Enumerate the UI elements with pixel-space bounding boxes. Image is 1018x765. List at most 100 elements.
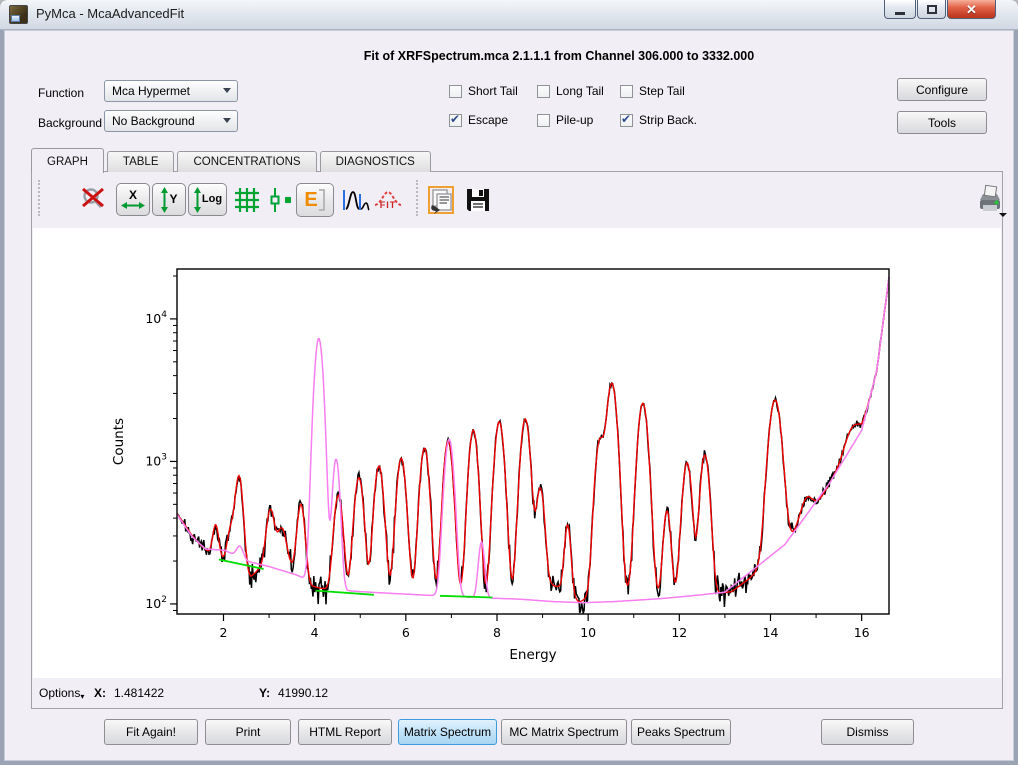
maximize-icon [927,5,937,14]
graph-area[interactable]: 2 4 6 8 10 12 14 16 102 103 104 Energy Counts [33,228,1001,678]
svg-text:103: 103 [145,452,167,468]
y-autoscale-button[interactable]: Y [152,183,186,216]
grid-icon[interactable] [233,186,261,214]
energy-axis-label: E [304,190,317,210]
y-autoscale-label: Y [169,194,177,205]
checkbox-strip-back[interactable]: Strip Back. [620,113,697,127]
checkbox-short-tail[interactable]: Short Tail [449,84,518,98]
app-icon [9,5,28,24]
chevron-down-icon [223,88,231,93]
titlebar[interactable]: PyMca - McaAdvancedFit ✕ [0,0,1018,30]
minimize-button[interactable] [884,0,916,19]
print-button[interactable]: Print [205,719,291,745]
checkbox-long-tail[interactable]: Long Tail [537,84,604,98]
status-bar: Options▾ X: 1.481422 Y: 41990.12 [32,680,1002,704]
svg-text:10: 10 [580,625,596,640]
checkbox-box[interactable] [537,114,550,127]
background-value: No Background [112,114,195,128]
checkbox-box[interactable] [449,114,462,127]
checkbox-box[interactable] [620,114,633,127]
markers-icon[interactable] [268,186,294,214]
x-autoscale-label: X [129,190,137,201]
toolbar-handle[interactable] [38,180,42,216]
html-report-button[interactable]: HTML Report [298,719,392,745]
svg-text:Counts: Counts [111,418,127,465]
svg-text:12: 12 [671,625,687,640]
svg-text:8: 8 [493,625,501,640]
maximize-button[interactable] [917,0,946,19]
tab-concentrations[interactable]: CONCENTRATIONS [177,151,316,172]
checkbox-label: Long Tail [556,84,604,98]
svg-text:4: 4 [311,625,319,640]
background-label: Background [38,116,102,130]
options-menu[interactable]: Options▾ [39,686,84,700]
fit-header-title: Fit of XRFSpectrum.mca 2.1.1.1 from Chan… [5,49,1013,63]
peaks-icon[interactable] [340,188,370,212]
close-icon: ✕ [966,1,977,18]
checkbox-step-tail[interactable]: Step Tail [620,84,685,98]
bracket-icon [318,188,326,212]
svg-text:102: 102 [145,595,167,611]
svg-text:2: 2 [220,625,228,640]
plot-toolbar: X Y [32,172,1002,224]
caret-down-icon: ▾ [80,692,84,701]
v-arrow-icon [160,187,169,213]
tab-diagnostics[interactable]: DIAGNOSTICS [320,151,431,172]
chevron-down-icon [223,118,231,123]
h-arrow-icon [121,201,145,210]
svg-text:14: 14 [763,625,779,640]
close-button[interactable]: ✕ [947,0,996,19]
mca-advanced-fit-dialog: Fit of XRFSpectrum.mca 2.1.1.1 from Chan… [4,30,1014,761]
fit-display-icon[interactable]: FIT [372,185,404,215]
dismiss-button[interactable]: Dismiss [821,719,914,745]
log-scale-label: Log [202,194,222,205]
checkbox-label: Strip Back. [639,113,697,127]
pymca-window: PyMca - McaAdvancedFit ✕ Fit of XRFSpect… [0,0,1018,765]
svg-text:16: 16 [854,625,870,640]
svg-text:Energy: Energy [509,647,556,663]
tab-table[interactable]: TABLE [107,151,175,172]
tab-graph[interactable]: GRAPH [31,148,104,173]
window-title: PyMca - McaAdvancedFit [36,6,184,21]
checkbox-pile-up[interactable]: Pile-up [537,113,593,127]
energy-axis-button[interactable]: E [296,183,334,217]
peaks-spectrum-button[interactable]: Peaks Spectrum [631,719,731,745]
graph-tab-panel: X Y [31,171,1003,709]
spectrum-chart[interactable]: 2 4 6 8 10 12 14 16 102 103 104 Energy Counts [33,228,1001,678]
print-icon[interactable] [973,184,1009,218]
svg-text:104: 104 [145,310,167,326]
minimize-icon [895,12,905,15]
mc-matrix-spectrum-button[interactable]: MC Matrix Spectrum [501,719,627,745]
checkbox-label: Pile-up [556,113,593,127]
cursor-x-label: X: [94,686,106,700]
checkbox-box[interactable] [537,85,550,98]
toolbar-separator [416,180,420,216]
matrix-spectrum-button[interactable]: Matrix Spectrum [398,719,497,745]
cursor-y-value: 41990.12 [278,686,328,700]
fit-display-label: FIT [380,200,397,210]
checkbox-box[interactable] [620,85,633,98]
tools-button[interactable]: Tools [897,111,987,134]
save-icon[interactable] [464,186,492,214]
cursor-y-label: Y: [259,686,270,700]
window-controls: ✕ [884,0,997,19]
checkbox-label: Escape [468,113,508,127]
checkbox-box[interactable] [449,85,462,98]
checkbox-label: Step Tail [639,84,685,98]
function-value: Mca Hypermet [112,84,190,98]
cursor-x-value: 1.481422 [114,686,164,700]
svg-text:6: 6 [402,625,410,640]
checkbox-escape[interactable]: Escape [449,113,508,127]
configure-button[interactable]: Configure [897,78,987,101]
tab-bar: GRAPH TABLE CONCENTRATIONS DIAGNOSTICS [31,147,434,172]
checkbox-label: Short Tail [468,84,518,98]
zoom-reset-icon[interactable] [80,186,108,212]
fit-again-button[interactable]: Fit Again! [104,719,198,745]
copy-report-icon[interactable] [426,185,456,215]
background-select[interactable]: No Background [104,110,238,132]
x-autoscale-button[interactable]: X [116,183,150,216]
function-label: Function [38,86,84,100]
function-select[interactable]: Mca Hypermet [104,80,238,102]
v-arrow-icon [193,187,202,213]
log-scale-button[interactable]: Log [188,183,227,216]
